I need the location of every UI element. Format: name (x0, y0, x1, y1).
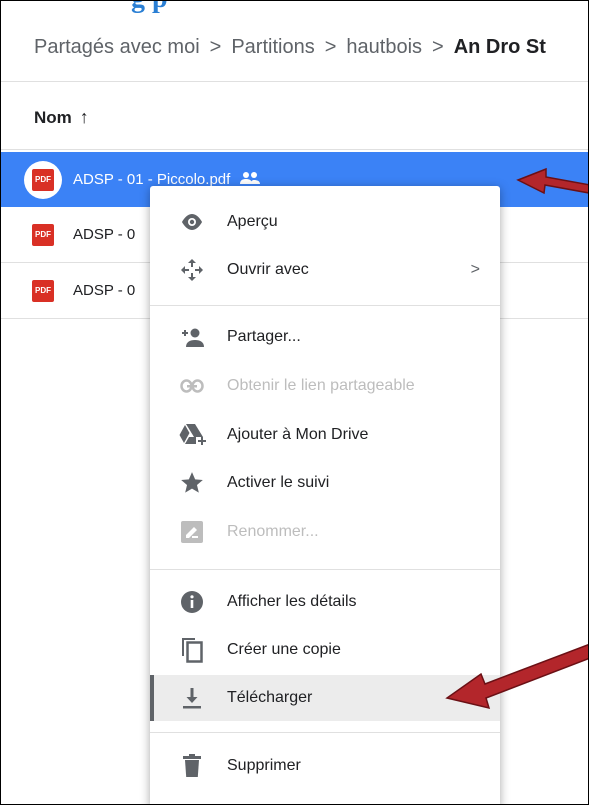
menu-divider (150, 569, 500, 570)
divider (1, 81, 588, 82)
pdf-file-icon: PDF (32, 223, 54, 246)
link-icon (177, 371, 207, 401)
copy-icon (177, 635, 207, 665)
breadcrumb-current[interactable]: An Dro St (454, 36, 546, 59)
drive-add-icon (177, 420, 207, 450)
menu-item-delete[interactable]: Supprimer (150, 743, 500, 789)
chevron-right-icon: > (470, 261, 480, 278)
eye-icon (177, 207, 207, 237)
menu-item-get-link[interactable]: Obtenir le lien partageable (150, 363, 500, 409)
clipped-heading: g p (131, 1, 168, 15)
menu-item-follow[interactable]: Activer le suivi (150, 460, 500, 506)
context-menu: Aperçu Ouvrir avec > Partager... Obtenir… (150, 186, 500, 804)
info-icon (177, 587, 207, 617)
trash-icon (177, 751, 207, 781)
breadcrumb-item-shared[interactable]: Partagés avec moi (34, 36, 200, 59)
menu-item-download[interactable]: Télécharger (150, 675, 500, 721)
rename-icon (177, 517, 207, 547)
breadcrumb-item-partitions[interactable]: Partitions (231, 36, 314, 59)
breadcrumb: Partagés avec moi > Partitions > hautboi… (1, 15, 588, 79)
menu-item-preview[interactable]: Aperçu (150, 199, 500, 245)
sort-by-name-header[interactable]: Nom ↑ (34, 107, 89, 128)
pdf-file-icon: PDF (24, 160, 62, 199)
chevron-right-icon: > (432, 35, 444, 58)
file-name: ADSP - 0 (73, 226, 136, 243)
chevron-right-icon: > (209, 35, 222, 58)
menu-item-details[interactable]: Afficher les détails (150, 579, 500, 625)
menu-divider (150, 732, 500, 733)
divider (1, 149, 588, 150)
pdf-file-icon: PDF (32, 279, 54, 302)
menu-item-add-to-drive[interactable]: Ajouter à Mon Drive (150, 412, 500, 458)
move-icon (177, 255, 207, 285)
add-person-icon (177, 322, 207, 352)
chevron-right-icon: > (324, 35, 337, 58)
drive-window: g p Partagés avec moi > Partitions > hau… (0, 0, 589, 805)
download-icon (177, 683, 207, 713)
star-icon (177, 468, 207, 498)
column-name-label: Nom (34, 107, 72, 127)
file-name: ADSP - 0 (73, 282, 136, 299)
menu-divider (150, 305, 500, 306)
menu-item-copy[interactable]: Créer une copie (150, 627, 500, 673)
menu-item-rename[interactable]: Renommer... (150, 509, 500, 555)
menu-item-share[interactable]: Partager... (150, 314, 500, 360)
menu-item-open-with[interactable]: Ouvrir avec > (150, 247, 500, 293)
sort-arrow-up-icon: ↑ (79, 107, 89, 127)
breadcrumb-item-hautbois[interactable]: hautbois (346, 36, 422, 59)
